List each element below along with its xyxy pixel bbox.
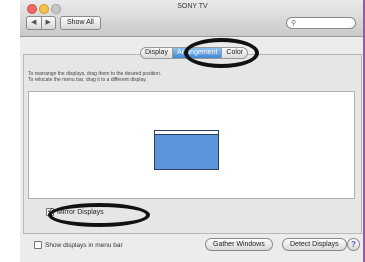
mirror-displays-checkbox[interactable] bbox=[46, 206, 54, 216]
back-forward-control: ◀ ▶ bbox=[26, 16, 56, 30]
system-preferences-window: SONY TV ◀ ▶ Show All ⚲ Display Arrangeme… bbox=[20, 0, 365, 262]
show-displays-menubar-option[interactable]: Show displays in menu bar bbox=[34, 241, 123, 249]
tab-display[interactable]: Display bbox=[140, 47, 173, 59]
display-arrangement-area bbox=[28, 91, 355, 199]
title-bar: SONY TV ◀ ▶ Show All ⚲ bbox=[20, 0, 365, 37]
tab-color[interactable]: Color bbox=[222, 47, 249, 59]
instruction-line: To relocate the menu bar, drag it to a d… bbox=[28, 77, 147, 83]
gather-windows-button[interactable]: Gather Windows bbox=[205, 238, 273, 251]
show-displays-menubar-label: Show displays in menu bar bbox=[45, 241, 123, 249]
chevron-left-icon[interactable]: ◀ bbox=[27, 17, 41, 29]
show-all-button[interactable]: Show All bbox=[60, 16, 101, 30]
help-button[interactable]: ? bbox=[347, 238, 360, 251]
window-title: SONY TV bbox=[177, 3, 208, 10]
mirror-displays-option[interactable]: Mirror Displays bbox=[46, 206, 104, 216]
search-field[interactable]: ⚲ bbox=[286, 17, 356, 29]
tab-bar: Display Arrangement Color bbox=[140, 47, 249, 59]
menu-bar-strip[interactable] bbox=[155, 131, 218, 135]
detect-displays-button[interactable]: Detect Displays bbox=[282, 238, 347, 251]
chevron-right-icon[interactable]: ▶ bbox=[40, 17, 56, 29]
mirror-displays-label: Mirror Displays bbox=[57, 208, 104, 216]
tab-arrangement[interactable]: Arrangement bbox=[172, 47, 223, 59]
display-thumbnail[interactable] bbox=[154, 130, 219, 170]
show-displays-menubar-checkbox[interactable] bbox=[34, 241, 42, 249]
arrangement-instructions: To rearrange the displays, drag them to … bbox=[28, 71, 328, 83]
search-icon: ⚲ bbox=[291, 20, 297, 27]
